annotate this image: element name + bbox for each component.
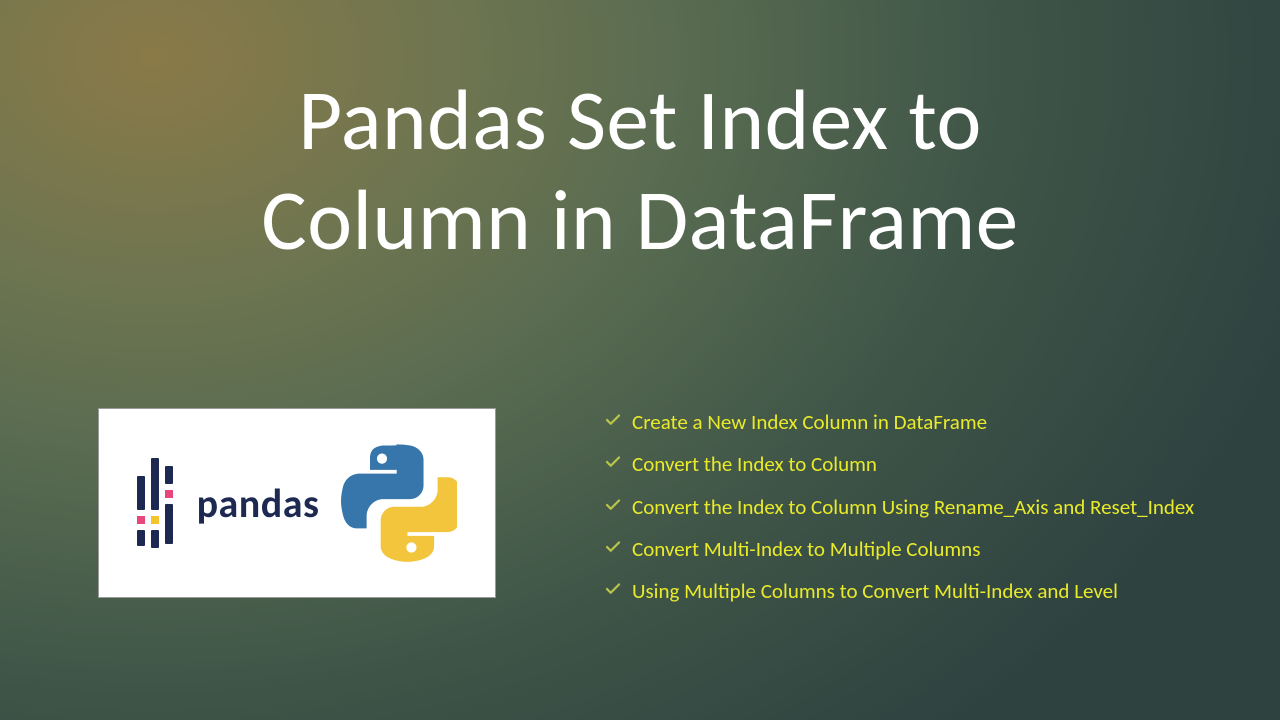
list-item: Convert the Index to Column	[604, 451, 1244, 477]
check-icon	[604, 538, 622, 556]
python-logo-icon	[337, 443, 457, 563]
bullet-text: Convert the Index to Column Using Rename…	[632, 494, 1194, 520]
bullet-list: Create a New Index Column in DataFrame C…	[604, 409, 1244, 620]
bullet-text: Convert the Index to Column	[632, 451, 877, 477]
list-item: Convert the Index to Column Using Rename…	[604, 494, 1244, 520]
list-item: Convert Multi-Index to Multiple Columns	[604, 536, 1244, 562]
bullet-text: Using Multiple Columns to Convert Multi-…	[632, 578, 1118, 604]
list-item: Using Multiple Columns to Convert Multi-…	[604, 578, 1244, 604]
list-item: Create a New Index Column in DataFrame	[604, 409, 1244, 435]
bullet-text: Convert Multi-Index to Multiple Columns	[632, 536, 980, 562]
title-line-1: Pandas Set Index to	[298, 68, 982, 172]
check-icon	[604, 453, 622, 471]
bullet-text: Create a New Index Column in DataFrame	[632, 409, 987, 435]
pandas-logo: pandas	[137, 458, 320, 548]
pandas-wordmark: pandas	[197, 479, 320, 528]
check-icon	[604, 580, 622, 598]
pandas-python-logo-box: pandas	[98, 408, 496, 598]
title-line-2: Column in DataFrame	[261, 168, 1018, 272]
check-icon	[604, 411, 622, 429]
check-icon	[604, 496, 622, 514]
pandas-mark-icon	[137, 458, 183, 548]
slide-title: Pandas Set Index to Column in DataFrame	[0, 70, 1280, 271]
